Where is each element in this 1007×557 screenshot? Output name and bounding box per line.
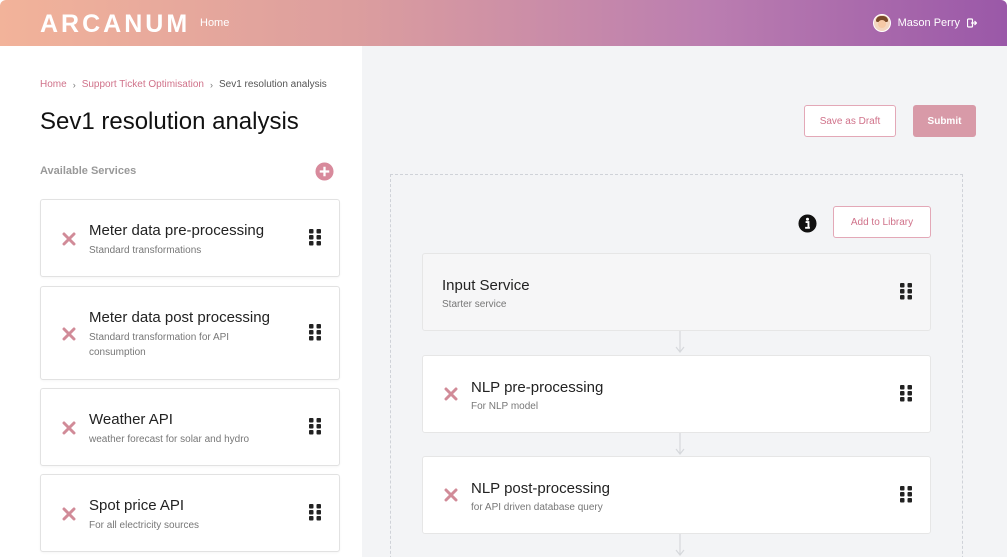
submit-button[interactable]: Submit	[913, 105, 976, 137]
info-icon[interactable]	[798, 214, 817, 233]
pipeline-card-title: NLP pre-processing	[471, 379, 604, 396]
nav-home-link[interactable]: Home	[200, 17, 229, 29]
remove-icon[interactable]	[444, 488, 458, 502]
service-title: Weather API	[89, 411, 173, 428]
top-header: ARCANUM Home Mason Perry	[0, 0, 1007, 46]
save-draft-button[interactable]: Save as Draft	[804, 105, 896, 137]
connector-arrow-icon	[675, 433, 685, 455]
breadcrumb-home[interactable]: Home	[40, 79, 67, 90]
left-panel: Home › Support Ticket Optimisation › Sev…	[0, 46, 362, 557]
remove-icon[interactable]	[62, 327, 76, 341]
drag-handle-icon[interactable]	[308, 323, 322, 341]
service-card[interactable]: Meter data pre-processing Standard trans…	[40, 199, 340, 277]
drag-handle-icon[interactable]	[308, 228, 322, 246]
add-service-icon[interactable]	[315, 162, 334, 181]
page-title: Sev1 resolution analysis	[40, 108, 299, 135]
pipeline-card[interactable]: NLP post-processing for API driven datab…	[422, 456, 931, 534]
remove-icon[interactable]	[62, 232, 76, 246]
avatar[interactable]	[872, 14, 891, 32]
app-logo[interactable]: ARCANUM	[40, 10, 190, 39]
service-card[interactable]: Spot price API For all electricity sourc…	[40, 474, 340, 552]
breadcrumb-separator-icon: ›	[209, 79, 213, 90]
remove-icon[interactable]	[444, 387, 458, 401]
service-subtitle: For all electricity sources	[89, 520, 200, 531]
pipeline-card-subtitle: For NLP model	[471, 401, 539, 412]
breadcrumb-separator-icon: ›	[72, 79, 76, 90]
pipeline-card-title: NLP post-processing	[471, 480, 610, 497]
remove-icon[interactable]	[62, 421, 76, 435]
service-card[interactable]: Meter data post processing Standard tran…	[40, 286, 340, 380]
breadcrumb: Home › Support Ticket Optimisation › Sev…	[40, 79, 327, 90]
service-card[interactable]: Weather API weather forecast for solar a…	[40, 388, 340, 466]
pipeline-card[interactable]: NLP pre-processing For NLP model	[422, 355, 931, 433]
breadcrumb-project[interactable]: Support Ticket Optimisation	[82, 79, 204, 90]
user-name[interactable]: Mason Perry	[898, 17, 960, 29]
workflow-panel: Save as Draft Submit Add to Library Inpu…	[362, 46, 1007, 557]
service-title: Spot price API	[89, 497, 185, 514]
logout-icon[interactable]	[967, 18, 977, 28]
drag-handle-icon[interactable]	[899, 384, 913, 402]
service-subtitle: weather forecast for solar and hydro	[89, 434, 250, 445]
pipeline-card-input[interactable]: Input Service Starter service	[422, 253, 931, 331]
drag-handle-icon[interactable]	[308, 503, 322, 521]
drag-handle-icon[interactable]	[308, 417, 322, 435]
pipeline-card-subtitle: Starter service	[442, 299, 507, 310]
service-subtitle: Standard transformations	[89, 245, 202, 256]
connector-arrow-icon	[675, 534, 685, 556]
drag-handle-icon[interactable]	[899, 282, 913, 300]
remove-icon[interactable]	[62, 507, 76, 521]
user-menu[interactable]: Mason Perry	[872, 14, 977, 32]
breadcrumb-current: Sev1 resolution analysis	[218, 79, 327, 90]
service-subtitle: Standard transformation for API consumpt…	[89, 332, 230, 358]
drag-handle-icon[interactable]	[899, 485, 913, 503]
connector-arrow-icon	[675, 331, 685, 353]
available-services-label: Available Services	[40, 165, 137, 177]
service-title: Meter data post processing	[89, 309, 270, 326]
service-title: Meter data pre-processing	[89, 222, 265, 239]
add-to-library-button[interactable]: Add to Library	[833, 206, 931, 238]
pipeline-card-subtitle: for API driven database query	[471, 502, 603, 513]
pipeline-card-title: Input Service	[442, 277, 530, 294]
